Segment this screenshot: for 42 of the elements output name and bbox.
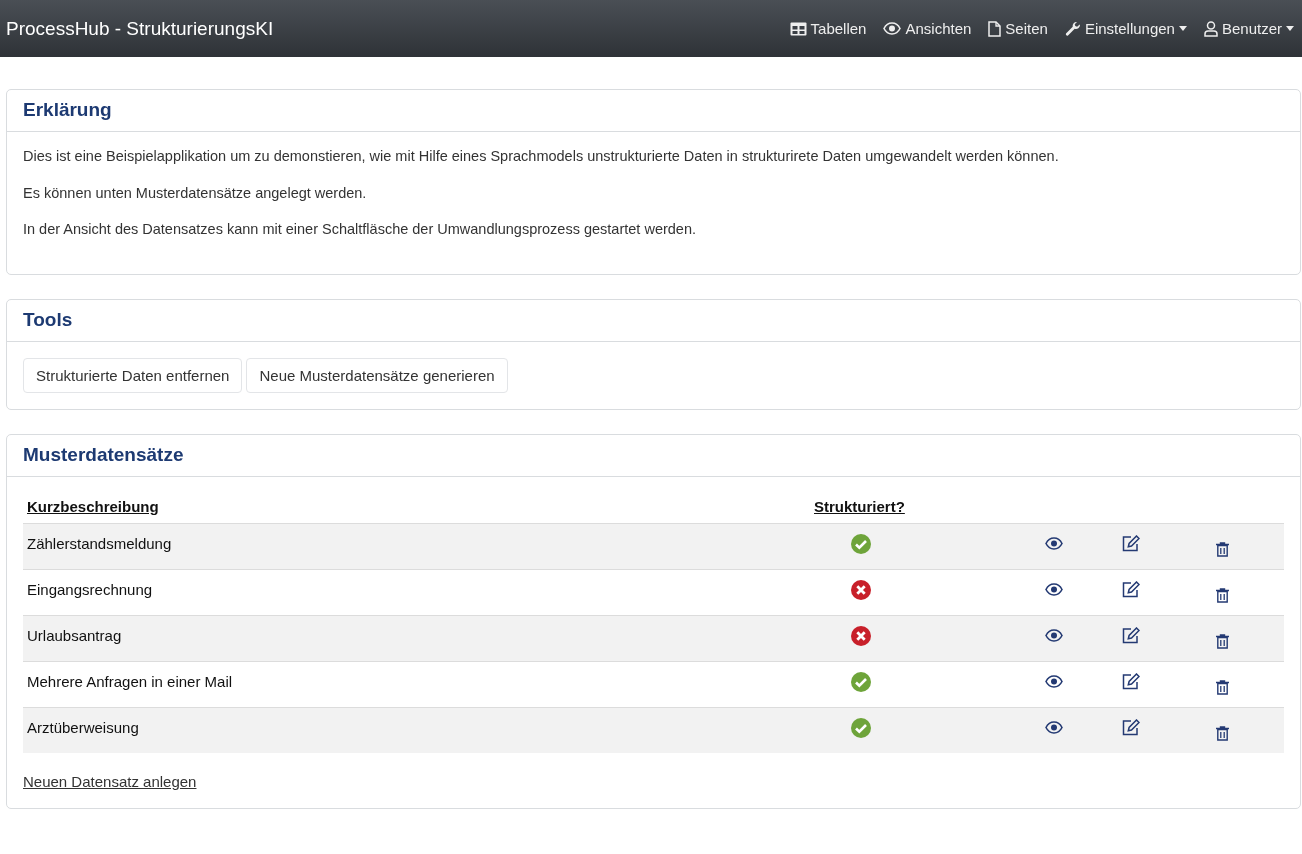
card-title: Erklärung <box>23 99 112 121</box>
eye-icon <box>883 22 902 35</box>
tool-button[interactable]: Neue Musterdatensätze generieren <box>246 358 508 393</box>
column-header[interactable]: Kurzbeschreibung <box>23 491 810 523</box>
eye-icon[interactable] <box>1045 583 1063 596</box>
table-cell-text: Urlaubsantrag <box>26 626 123 646</box>
table-cell-text: Mehrere Anfragen in einer Mail <box>26 672 234 692</box>
nav-link[interactable]: Tabellen <box>789 20 867 37</box>
tool-button[interactable]: Strukturierte Daten entfernen <box>23 358 243 393</box>
trash-icon[interactable] <box>1216 726 1229 741</box>
page-icon <box>988 20 1002 37</box>
eye-icon[interactable] <box>1045 721 1063 734</box>
edit-icon[interactable] <box>1122 535 1140 552</box>
new-record-link[interactable]: Neuen Datensatz anlegen <box>23 773 197 790</box>
explanation-text: In der Ansicht des Datensatzes kann mit einer Schaltfläsche der Umwandlungsprozess gestartet werden. <box>23 221 697 238</box>
app-brand[interactable]: ProcessHub - StrukturierungsKI <box>6 17 274 40</box>
wrench-icon <box>1064 20 1081 37</box>
table-cell-text: Eingangsrechnung <box>26 580 154 600</box>
nav-link[interactable]: Ansichten <box>883 20 972 37</box>
trash-icon[interactable] <box>1216 680 1229 695</box>
edit-icon[interactable] <box>1122 581 1140 598</box>
table-cell-text: Zählerstandsmeldung <box>26 534 173 554</box>
edit-icon[interactable] <box>1122 627 1140 644</box>
eye-icon[interactable] <box>1045 629 1063 642</box>
eye-icon[interactable] <box>1045 537 1063 550</box>
trash-icon[interactable] <box>1216 634 1229 649</box>
table-cell-text: Arztüberweisung <box>26 718 140 738</box>
eye-icon[interactable] <box>1045 675 1063 688</box>
nav-link[interactable]: Einstellungen <box>1064 20 1187 37</box>
explanation-text: Dies ist eine Beispielapplikation um zu demonstieren, wie mit Hilfe eines Sprachmodels unstrukturierte Daten in strukturirete Daten umgewandelt werden können. <box>23 148 1060 165</box>
trash-icon[interactable] <box>1216 588 1229 603</box>
nav-link[interactable]: Benutzer <box>1203 20 1294 37</box>
edit-icon[interactable] <box>1122 719 1140 736</box>
table-icon <box>789 21 807 36</box>
explanation-text: Es können unten Musterdatensätze angelegt werden. <box>23 184 368 202</box>
trash-icon[interactable] <box>1216 542 1229 557</box>
column-header[interactable]: Strukturiert? <box>810 491 912 523</box>
edit-icon[interactable] <box>1122 673 1140 690</box>
user-icon <box>1203 20 1218 37</box>
card-title: Musterdatensätze <box>23 444 184 466</box>
nav-link[interactable]: Seiten <box>988 20 1048 37</box>
card-title: Tools <box>23 309 73 331</box>
